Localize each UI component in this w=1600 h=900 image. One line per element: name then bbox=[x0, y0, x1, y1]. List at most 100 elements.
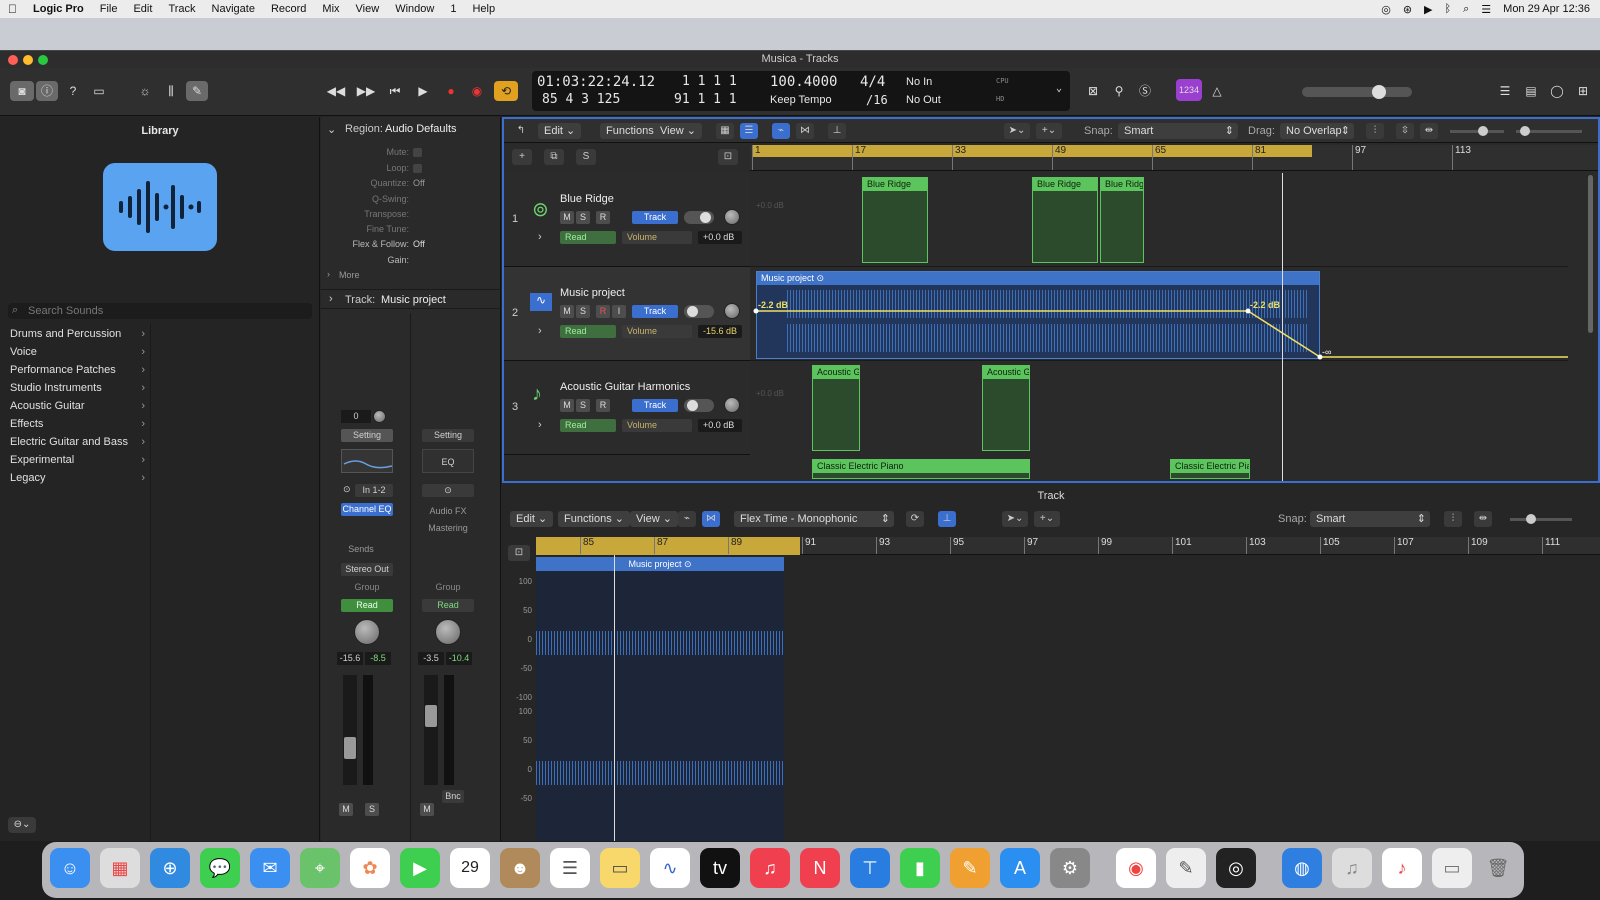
cycle-range[interactable] bbox=[752, 145, 1312, 157]
add-track-icon[interactable]: + bbox=[512, 149, 532, 165]
track-2-toggle[interactable] bbox=[684, 305, 714, 318]
record-icon[interactable]: ● bbox=[440, 81, 462, 101]
region-acoustic-2[interactable]: Acoustic G bbox=[982, 365, 1030, 451]
back-icon[interactable]: ↰ bbox=[512, 123, 530, 139]
editor-pointer-tool-icon[interactable]: ➤⌄ bbox=[1002, 511, 1028, 527]
catch-icon[interactable]: ⊥ bbox=[828, 123, 846, 139]
menu-1[interactable]: 1 bbox=[442, 3, 464, 15]
track-1-record[interactable]: R bbox=[596, 211, 610, 224]
logic-pro-icon[interactable]: ◎ bbox=[1216, 848, 1256, 888]
mute-checkbox[interactable] bbox=[413, 148, 422, 157]
pointer-tool-icon[interactable]: ➤⌄ bbox=[1004, 123, 1030, 139]
tuner-icon[interactable]: ⚲ bbox=[1108, 81, 1130, 101]
track-1-automation-value[interactable]: +0.0 dB bbox=[698, 231, 742, 244]
lcd-display[interactable]: 01:03:22:24.12 1 1 1 1 100.4000 4/4 No I… bbox=[532, 71, 1070, 111]
app-store-icon[interactable]: A bbox=[1000, 848, 1040, 888]
audio-file-icon[interactable]: ♫ bbox=[1332, 848, 1372, 888]
go-to-start-icon[interactable]: ⏮ bbox=[384, 81, 406, 101]
editor-ruler[interactable]: 85 87 89 91 93 95 97 99 101 103 105 107 … bbox=[536, 537, 1600, 555]
editor-flex-icon[interactable]: ⋈ bbox=[702, 511, 720, 527]
inspector-toggle-icon[interactable]: ⓘ bbox=[36, 81, 58, 101]
library-item-acoustic-guitar[interactable]: Acoustic Guitar › bbox=[10, 400, 145, 412]
track-3-pan-knob[interactable] bbox=[724, 397, 740, 413]
editor-view-menu[interactable]: View ⌄ bbox=[630, 511, 678, 527]
strip1-input[interactable]: In 1-2 bbox=[355, 484, 393, 497]
creative-cloud-icon[interactable]: ⊛ bbox=[1403, 3, 1412, 16]
finder-icon[interactable]: ☺ bbox=[50, 848, 90, 888]
library-search-field[interactable]: ⌕ Search Sounds bbox=[8, 303, 312, 319]
play-status-icon[interactable]: ▶ bbox=[1424, 3, 1432, 16]
strip1-sends[interactable]: Sends bbox=[341, 544, 381, 554]
track-2-button[interactable]: Track bbox=[632, 305, 678, 318]
editors-icon[interactable]: ✎ bbox=[186, 81, 208, 101]
track-2-automation-param[interactable]: Volume bbox=[622, 325, 692, 338]
zoom-button[interactable] bbox=[38, 55, 48, 65]
tracks-edit-menu[interactable]: Edit ⌄ bbox=[538, 123, 582, 139]
document-icon[interactable]: ▭ bbox=[1432, 848, 1472, 888]
contacts-icon[interactable]: ☻ bbox=[500, 848, 540, 888]
strip2-eq[interactable]: EQ bbox=[422, 449, 474, 473]
wav-file-icon[interactable]: ♪ bbox=[1382, 848, 1422, 888]
browser-icon[interactable]: ⊞ bbox=[1572, 81, 1594, 101]
automation-point-a[interactable]: -2.2 dB bbox=[758, 300, 788, 310]
track-2-input-monitor[interactable]: I bbox=[612, 305, 626, 318]
freeform-icon[interactable]: ∿ bbox=[650, 848, 690, 888]
strip1-automation[interactable]: Read bbox=[341, 599, 393, 612]
editor-zoom-slider[interactable] bbox=[1510, 514, 1572, 524]
tracks-view-menu[interactable]: View ⌄ bbox=[654, 123, 702, 139]
track-header-3[interactable]: 3 ♪ Acoustic Guitar Harmonics M S R Trac… bbox=[504, 361, 750, 455]
library-toggle-icon[interactable]: ◙ bbox=[10, 81, 34, 101]
vertical-zoom-icon[interactable]: ⇳ bbox=[1396, 123, 1414, 139]
automation-point-c[interactable]: -∞ bbox=[1322, 347, 1331, 357]
duplicate-track-icon[interactable]: ⧉ bbox=[544, 149, 564, 165]
more-disclosure[interactable]: › More bbox=[325, 269, 495, 283]
note-pad-icon[interactable]: ▤ bbox=[1520, 81, 1542, 101]
horizontal-zoom-slider[interactable] bbox=[1516, 126, 1582, 136]
strip1-output[interactable]: Stereo Out bbox=[341, 563, 393, 576]
capture-record-icon[interactable]: ◉ bbox=[466, 81, 488, 101]
library-item-voice[interactable]: Voice › bbox=[10, 346, 145, 358]
action-menu-icon[interactable]: ⊖⌄ bbox=[8, 817, 36, 833]
vertical-scrollbar[interactable] bbox=[1568, 173, 1598, 481]
tracks-ruler[interactable]: 1 17 33 49 65 81 97 113 bbox=[750, 145, 1598, 171]
reminders-icon[interactable]: ☰ bbox=[550, 848, 590, 888]
track-lanes[interactable]: +0.0 dB +0.0 dB Blue Ridge Blue Ridge Bl… bbox=[750, 173, 1568, 481]
editor-edit-menu[interactable]: Edit ⌄ bbox=[510, 511, 554, 527]
bluetooth-icon[interactable]: ᛒ bbox=[1445, 3, 1452, 15]
link-icon[interactable]: ⊙ bbox=[343, 484, 351, 495]
strip2-audiofx[interactable]: Audio FX bbox=[422, 506, 474, 516]
editor-region[interactable]: Music project ⊙ bbox=[536, 557, 784, 841]
mail-icon[interactable]: ✉ bbox=[250, 848, 290, 888]
play-icon[interactable]: ▶ bbox=[412, 81, 434, 101]
track-3-record[interactable]: R bbox=[596, 399, 610, 412]
track-1-automation-param[interactable]: Volume bbox=[622, 231, 692, 244]
strip1-setting[interactable]: Setting bbox=[341, 429, 393, 442]
track-3-automation-mode[interactable]: Read bbox=[560, 419, 616, 432]
track-2-record[interactable]: R bbox=[596, 305, 610, 318]
menu-mix[interactable]: Mix bbox=[314, 3, 347, 15]
track-inspector-header[interactable]: › Track: Music project bbox=[321, 289, 501, 309]
master-volume-slider[interactable] bbox=[1302, 85, 1412, 99]
disclosure-right-icon[interactable]: › bbox=[538, 231, 542, 243]
notes-icon[interactable]: ▭ bbox=[600, 848, 640, 888]
strip1-group[interactable]: Group bbox=[341, 582, 393, 592]
editor-horizontal-zoom-icon[interactable]: ⇹ bbox=[1474, 511, 1492, 527]
strip1-eq-thumbnail[interactable] bbox=[341, 449, 393, 473]
menu-file[interactable]: File bbox=[92, 3, 126, 15]
control-center-icon[interactable]: ☰ bbox=[1481, 3, 1491, 16]
editor-snap-select[interactable]: Smart ⇕ bbox=[1310, 511, 1430, 527]
track-name-1[interactable]: Blue Ridge bbox=[560, 193, 614, 205]
strip2-mute-button[interactable]: M bbox=[420, 803, 434, 816]
apple-icon[interactable]:  bbox=[0, 2, 25, 16]
strip2-mastering[interactable]: Mastering bbox=[422, 523, 474, 533]
status-icon[interactable]: ◎ bbox=[1381, 3, 1391, 16]
track-1-button[interactable]: Track bbox=[632, 211, 678, 224]
track-name-2[interactable]: Music project bbox=[560, 287, 625, 299]
menu-help[interactable]: Help bbox=[464, 3, 503, 15]
news-icon[interactable]: N bbox=[800, 848, 840, 888]
region-acoustic-1[interactable]: Acoustic G bbox=[812, 365, 860, 451]
cycle-icon[interactable]: ⟲ bbox=[494, 81, 518, 101]
lcd-chevron-icon[interactable]: ⌄ bbox=[1056, 83, 1062, 94]
grid-view-icon[interactable]: ▦ bbox=[716, 123, 734, 139]
region-piano-2[interactable]: Classic Electric Pia bbox=[1170, 459, 1250, 479]
